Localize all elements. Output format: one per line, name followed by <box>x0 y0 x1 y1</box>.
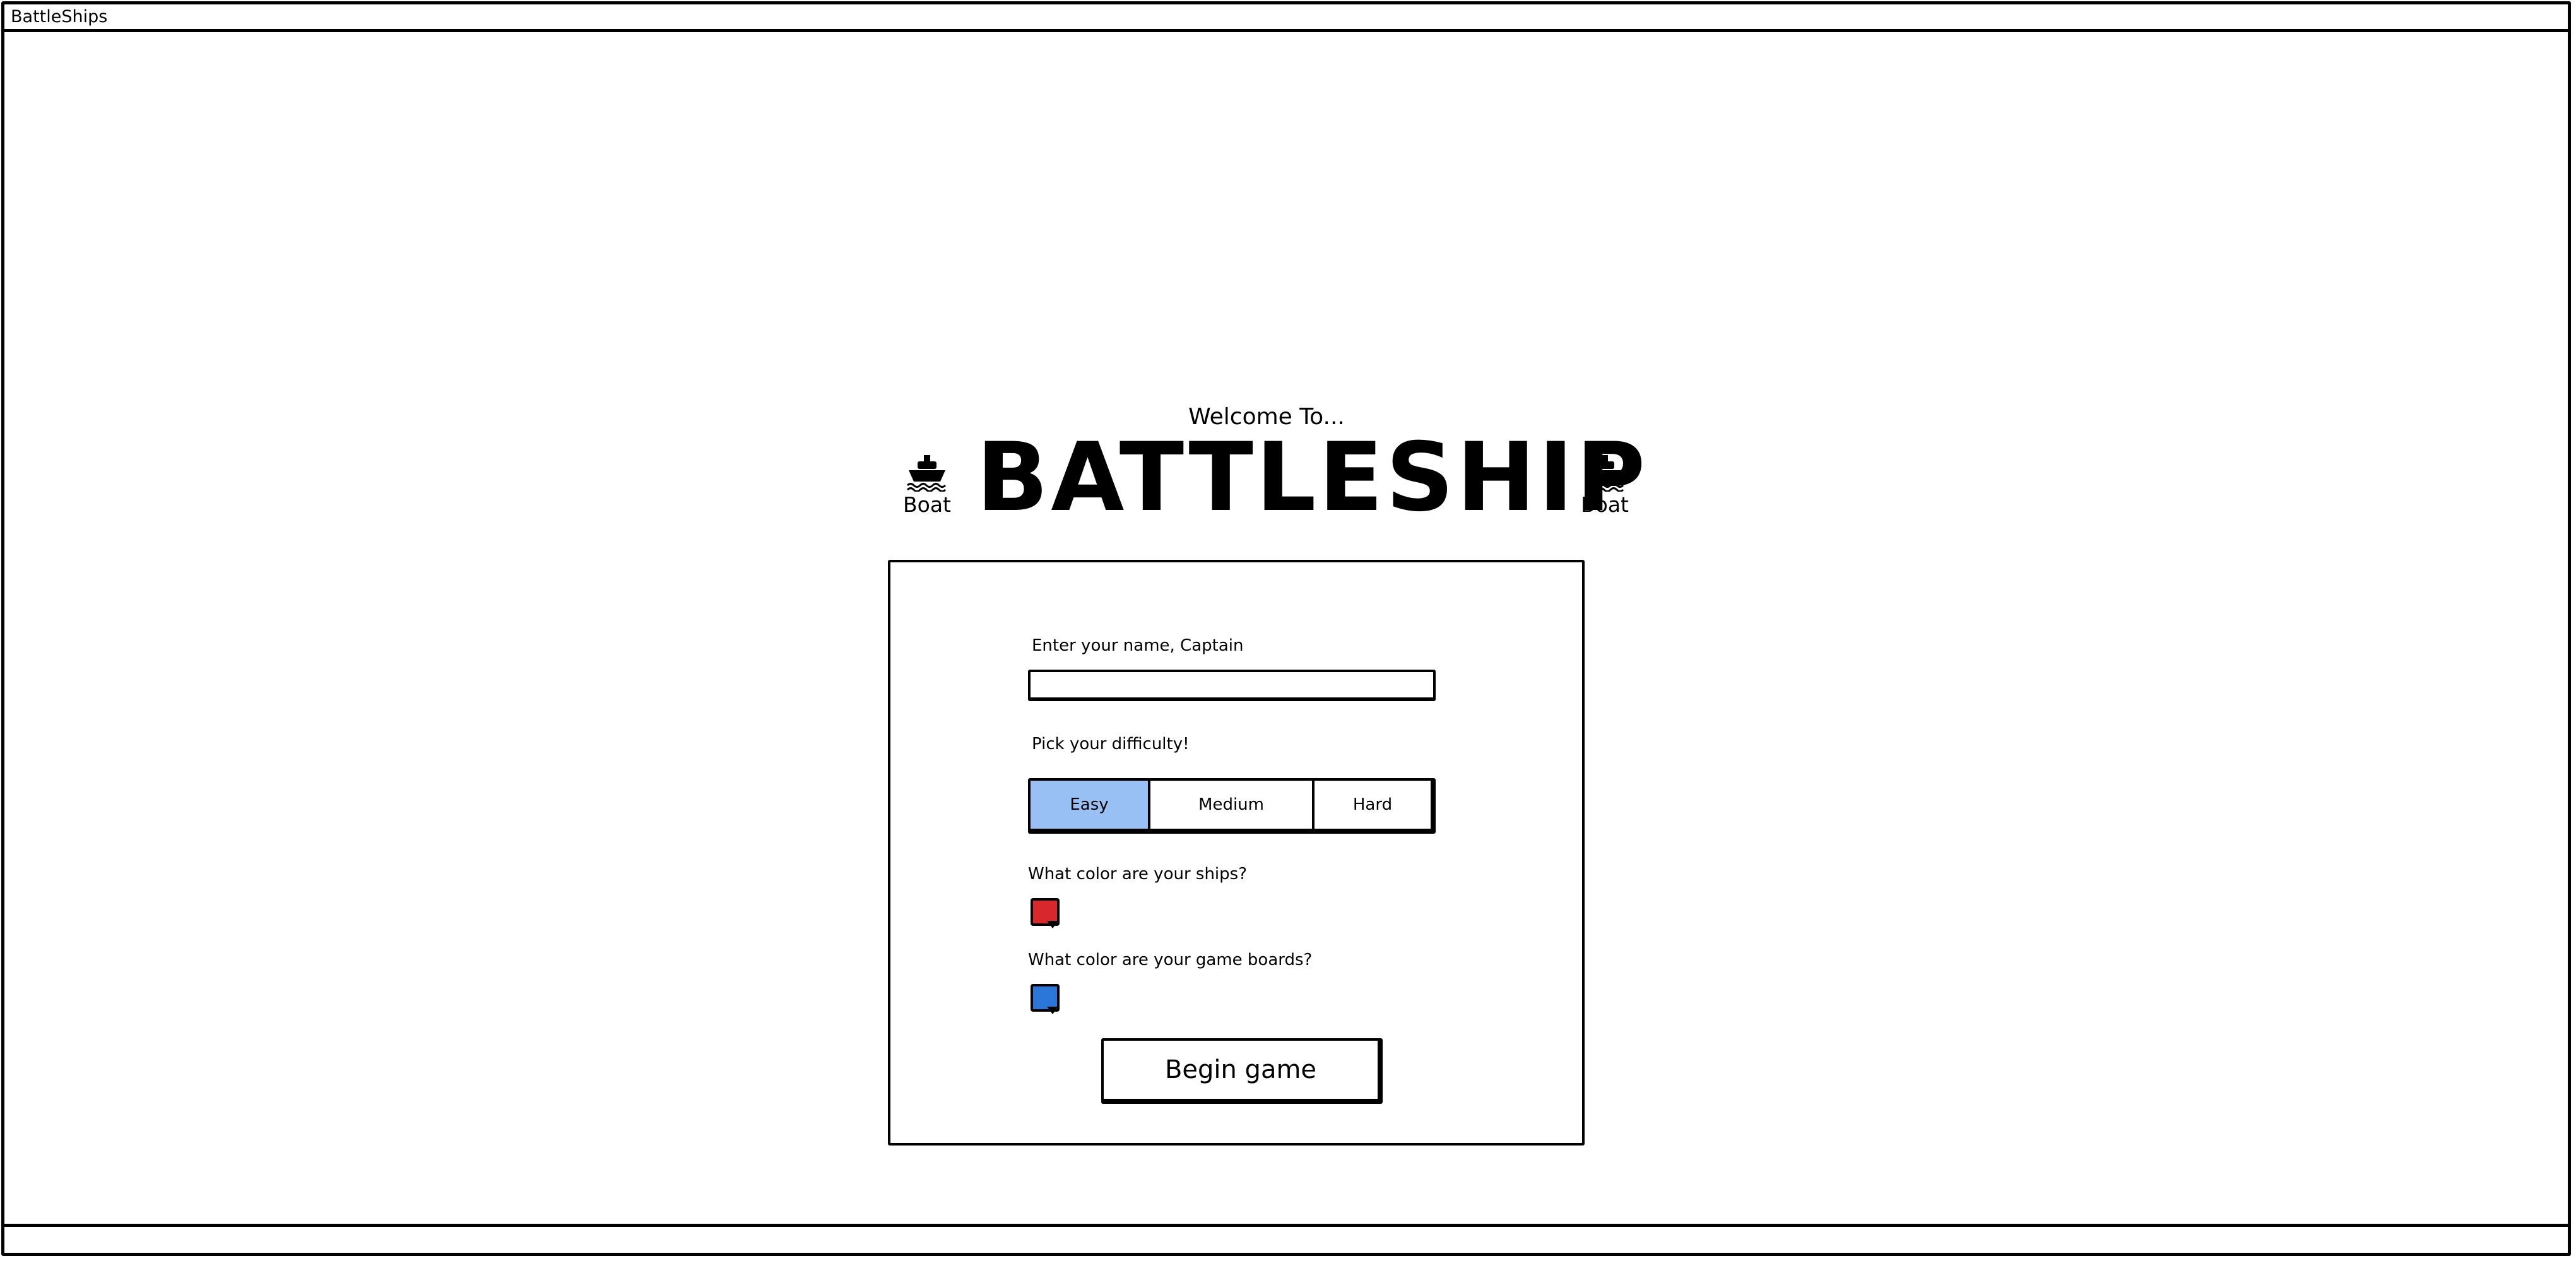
app-window: BattleShips Welcome To... BATTLESHIP Boa… <box>1 1 2571 1256</box>
difficulty-medium[interactable]: Medium <box>1150 781 1315 829</box>
dropdown-arrow-icon <box>1047 1007 1058 1014</box>
board-color-picker[interactable] <box>1031 984 1060 1014</box>
page-title: BATTLESHIP <box>976 423 1648 533</box>
dropdown-arrow-icon <box>1047 921 1058 928</box>
status-bar <box>4 1224 2568 1253</box>
difficulty-hard[interactable]: Hard <box>1315 781 1431 829</box>
boat-label: Boat <box>903 492 951 517</box>
ship-icon <box>906 455 947 492</box>
left-boat: Boat <box>889 454 965 517</box>
difficulty-label: Pick your difficulty! <box>1032 735 1190 754</box>
name-label: Enter your name, Captain <box>1032 636 1244 655</box>
window-title: BattleShips <box>11 7 108 27</box>
setup-panel: Enter your name, Captain Pick your diffi… <box>888 560 1585 1146</box>
boat-label: Boat <box>1581 492 1629 517</box>
right-boat: Boat <box>1567 454 1643 517</box>
ship-color-picker[interactable] <box>1031 898 1060 928</box>
begin-game-button[interactable]: Begin game <box>1101 1038 1383 1104</box>
board-color-label: What color are your game boards? <box>1028 950 1313 969</box>
ship-color-label: What color are your ships? <box>1028 865 1248 884</box>
difficulty-easy[interactable]: Easy <box>1031 781 1150 829</box>
name-input[interactable] <box>1028 670 1436 701</box>
difficulty-selector: Easy Medium Hard <box>1028 778 1436 834</box>
ship-icon <box>1584 455 1624 492</box>
title-bar: BattleShips <box>4 4 2568 32</box>
